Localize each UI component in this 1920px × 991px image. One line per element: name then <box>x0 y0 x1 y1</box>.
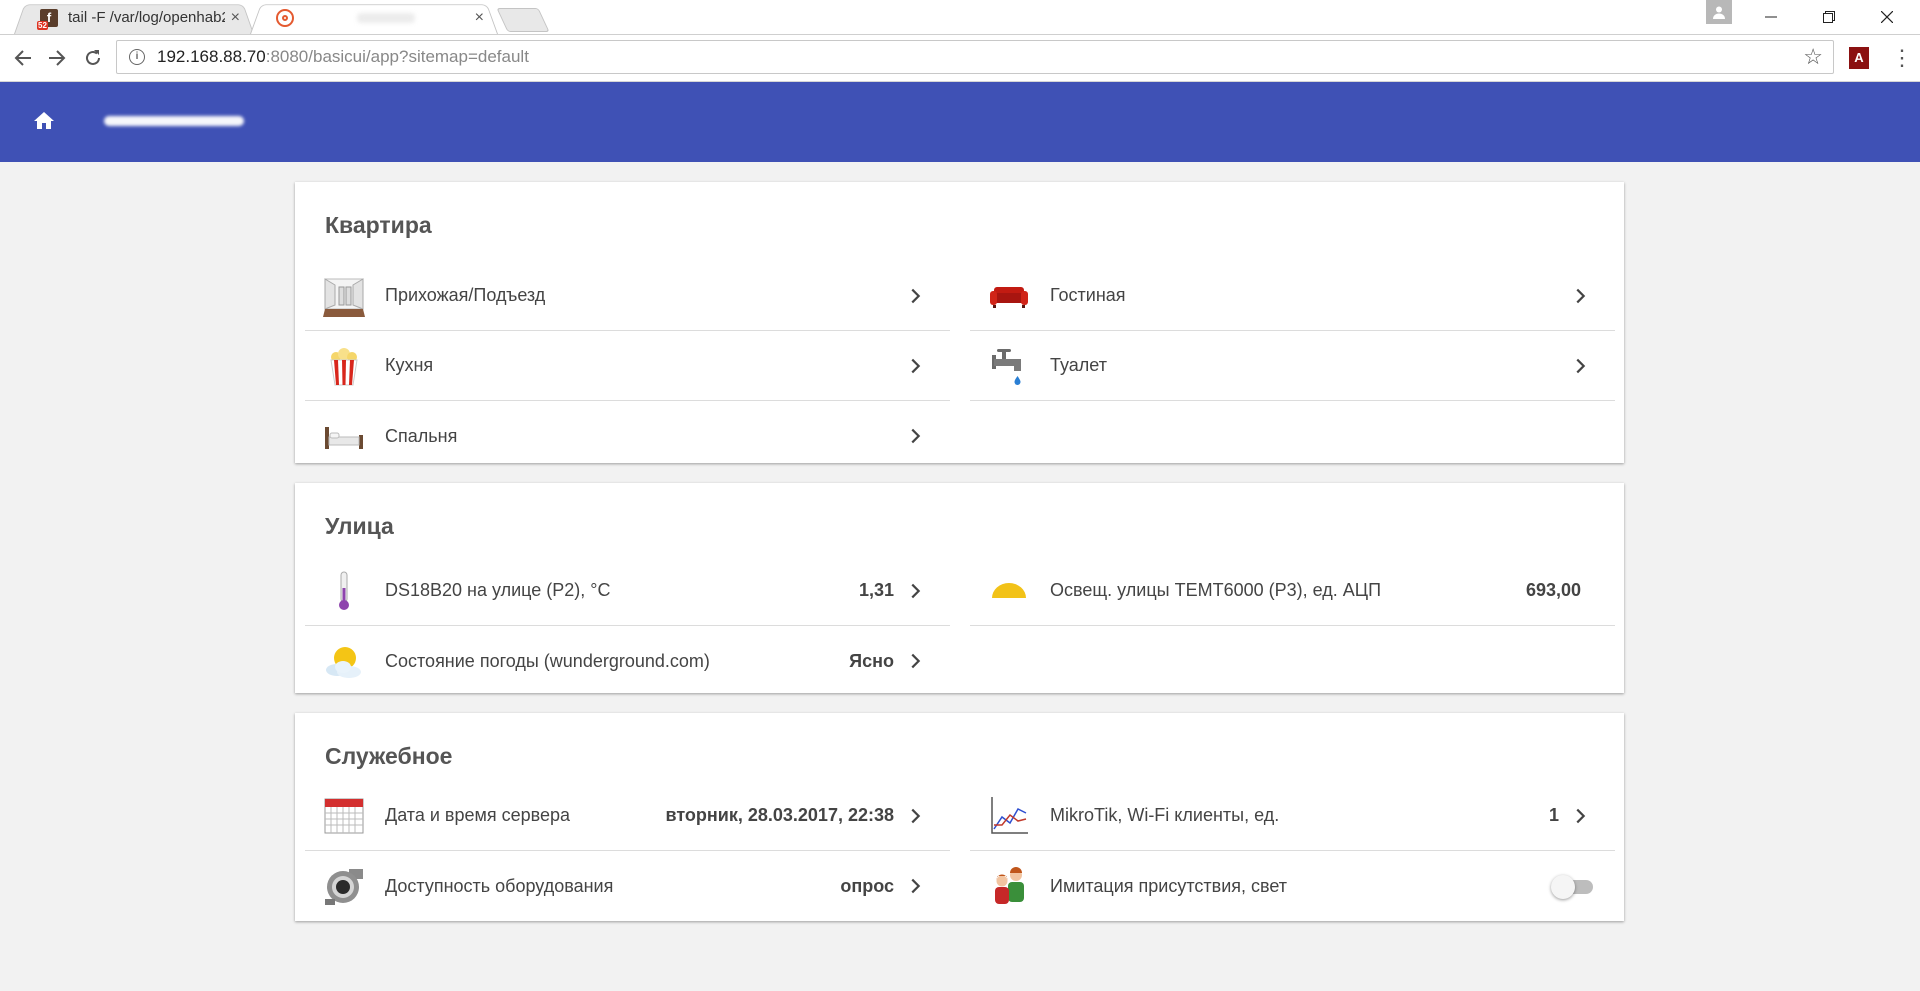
item-value: вторник, 28.03.2017, 22:38 <box>665 805 894 825</box>
url-path: :8080/basicui/app?sitemap=default <box>265 47 529 66</box>
list-item[interactable]: Состояние погоды (wunderground.com) Ясно <box>305 626 950 696</box>
pdf-icon[interactable]: A <box>1849 47 1869 69</box>
thermometer-icon <box>339 571 349 610</box>
browser-tabstrip: f 52 tail -F /var/log/openhab2 × × <box>0 0 1920 35</box>
address-bar[interactable]: i 192.168.88.70:8080/basicui/app?sitemap… <box>116 40 1834 74</box>
faucet-icon <box>992 348 1021 385</box>
item-label: Прихожая/Подъезд <box>385 285 546 305</box>
list-item: Имитация присутствия, свет <box>970 851 1615 921</box>
terminal-f-icon: f 52 <box>37 8 58 30</box>
bed-icon <box>325 427 363 449</box>
chevron-right-icon <box>1576 358 1586 373</box>
minimize-button[interactable] <box>1748 0 1794 34</box>
list-item[interactable]: Кухня <box>305 331 950 401</box>
section-title: Квартира <box>325 212 432 238</box>
section-title: Улица <box>325 513 394 539</box>
item-value: 693,00 <box>1525 580 1581 600</box>
item-value: 1,31 <box>858 580 894 600</box>
section-sluzhebnoe: Служебное Дата и время сервера вторник, … <box>295 713 1624 921</box>
close-icon[interactable]: × <box>231 9 240 27</box>
back-icon[interactable] <box>8 43 38 73</box>
redacted-title <box>357 12 416 23</box>
list-item[interactable]: DS18B20 на улице (P2), °C 1,31 <box>305 556 950 626</box>
home-icon[interactable] <box>32 109 56 133</box>
sun-rise-icon <box>992 582 1026 598</box>
chevron-right-icon <box>1576 808 1586 823</box>
list-item[interactable]: Прихожая/Подъезд <box>305 261 950 331</box>
tab-title: tail -F /var/log/openhab2 <box>68 9 225 26</box>
menu-icon[interactable]: ⋮ <box>1891 45 1913 71</box>
item-label: MikroTik, Wi-Fi клиенты, ед. <box>1050 805 1280 825</box>
list-item: Освещ. улицы TEMT6000 (P3), ед. АЦП 693,… <box>970 556 1615 626</box>
app-header <box>0 82 1920 162</box>
section-ulitsa: Улица DS18B20 на улице (P2), °C 1,31 Осв… <box>295 483 1624 693</box>
openhab-icon <box>276 8 294 27</box>
list-item[interactable]: Туалет <box>970 331 1615 401</box>
item-label: Освещ. улицы TEMT6000 (P3), ед. АЦП <box>1050 580 1382 600</box>
new-tab-button[interactable] <box>496 8 550 32</box>
presence-toggle[interactable] <box>1551 875 1595 899</box>
list-item[interactable]: Доступность оборудования опрос <box>305 851 950 921</box>
item-label: Доступность оборудования <box>385 875 614 896</box>
chevron-right-icon <box>911 583 921 598</box>
fan-icon <box>325 869 363 905</box>
item-label: DS18B20 на улице (P2), °C <box>385 580 611 600</box>
item-label: Гостиная <box>1050 285 1126 305</box>
item-label: Кухня <box>385 355 434 375</box>
sofa-icon <box>990 286 1028 308</box>
close-icon[interactable]: × <box>475 9 484 27</box>
tab-openhab-log[interactable]: f 52 tail -F /var/log/openhab2 × <box>14 1 254 35</box>
reload-icon[interactable] <box>78 43 108 73</box>
item-value: Ясно <box>849 650 894 671</box>
chevron-right-icon <box>911 288 921 303</box>
item-label: Туалет <box>1050 355 1107 375</box>
url-host: 192.168.88.70 <box>157 47 266 66</box>
item-value: опрос <box>840 875 894 896</box>
chevron-right-icon <box>911 878 921 894</box>
list-item[interactable]: Спальня <box>305 401 950 471</box>
chevron-right-icon <box>911 358 921 373</box>
popcorn-icon <box>330 347 358 385</box>
item-label: Имитация присутствия, свет <box>1050 875 1288 896</box>
restore-button[interactable] <box>1806 0 1852 34</box>
people-icon <box>995 867 1024 904</box>
tab-basicui[interactable]: × <box>250 1 498 35</box>
chart-icon <box>991 796 1028 834</box>
list-item[interactable]: Дата и время сервера вторник, 28.03.2017… <box>305 781 950 851</box>
chevron-right-icon <box>1576 288 1586 303</box>
weather-sun-cloud-icon <box>326 647 361 678</box>
star-icon[interactable]: ☆ <box>1803 44 1823 70</box>
redacted-app-title <box>104 116 244 126</box>
person-icon[interactable] <box>1706 0 1732 24</box>
corridor-icon <box>323 277 365 317</box>
chevron-right-icon <box>911 808 921 823</box>
list-item[interactable]: MikroTik, Wi-Fi клиенты, ед. 1 <box>970 781 1615 851</box>
list-item[interactable]: Гостиная <box>970 261 1615 331</box>
close-window-button[interactable] <box>1864 0 1910 34</box>
section-kvartira: Квартира Прихожая/Подъезд Гостиная Кухня… <box>295 182 1624 463</box>
item-label: Дата и время сервера <box>385 805 571 825</box>
chevron-right-icon <box>911 428 921 444</box>
browser-toolbar: i 192.168.88.70:8080/basicui/app?sitemap… <box>0 35 1920 82</box>
calendar-icon <box>324 798 364 833</box>
item-label: Спальня <box>385 425 458 446</box>
item-label: Состояние погоды (wunderground.com) <box>385 650 710 671</box>
info-icon[interactable]: i <box>129 49 145 65</box>
section-title: Служебное <box>325 743 453 769</box>
forward-icon[interactable] <box>42 43 72 73</box>
item-value: 1 <box>1548 805 1559 825</box>
chevron-right-icon <box>911 653 921 669</box>
